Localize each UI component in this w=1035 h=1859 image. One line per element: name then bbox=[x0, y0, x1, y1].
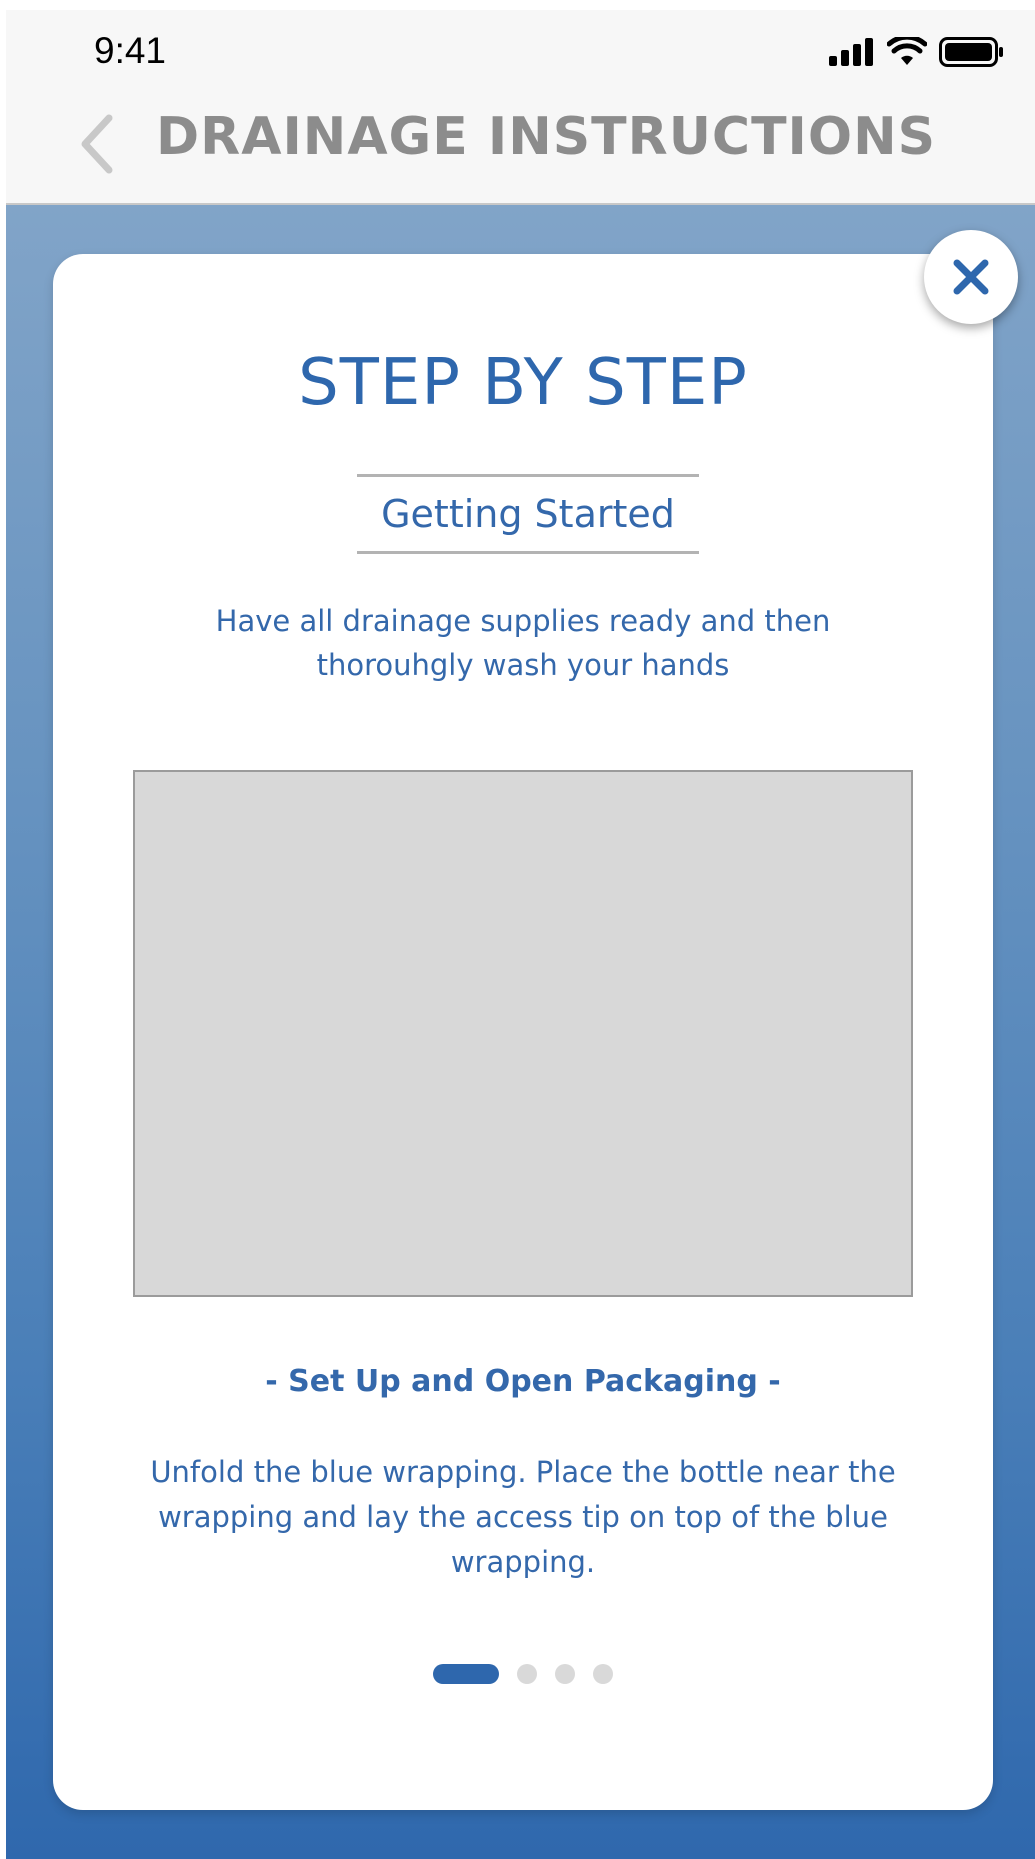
wifi-icon bbox=[887, 37, 927, 65]
chevron-left-icon bbox=[81, 114, 113, 174]
close-button[interactable] bbox=[924, 230, 1018, 324]
status-bar: 9:41 bbox=[6, 10, 1035, 85]
page-dot-4[interactable] bbox=[593, 1664, 613, 1684]
signal-icon bbox=[829, 38, 873, 66]
page-indicator bbox=[53, 1663, 993, 1685]
battery-icon bbox=[939, 37, 1003, 67]
page-dot-3[interactable] bbox=[555, 1664, 575, 1684]
modal-title: STEP BY STEP bbox=[298, 346, 748, 420]
page-dot-2[interactable] bbox=[517, 1664, 537, 1684]
back-button[interactable] bbox=[72, 109, 122, 179]
close-icon bbox=[953, 259, 989, 295]
step-by-step-modal: STEP BY STEP Getting Started Have all dr… bbox=[53, 254, 993, 1810]
status-time: 9:41 bbox=[94, 30, 167, 71]
section-label-text: Getting Started bbox=[381, 492, 675, 536]
step-heading: - Set Up and Open Packaging - bbox=[265, 1364, 781, 1399]
navigation-bar: DRAINAGE INSTRUCTIONS bbox=[6, 85, 1035, 205]
section-label: Getting Started bbox=[357, 474, 699, 554]
page-dot-1[interactable] bbox=[433, 1664, 499, 1684]
intro-text: Have all drainage supplies ready and the… bbox=[215, 604, 831, 682]
step-image-placeholder bbox=[133, 770, 913, 1297]
page-title: DRAINAGE INSTRUCTIONS bbox=[156, 107, 937, 167]
status-icons bbox=[829, 32, 1005, 72]
step-description: Unfold the blue wrapping. Place the bott… bbox=[150, 1455, 896, 1579]
